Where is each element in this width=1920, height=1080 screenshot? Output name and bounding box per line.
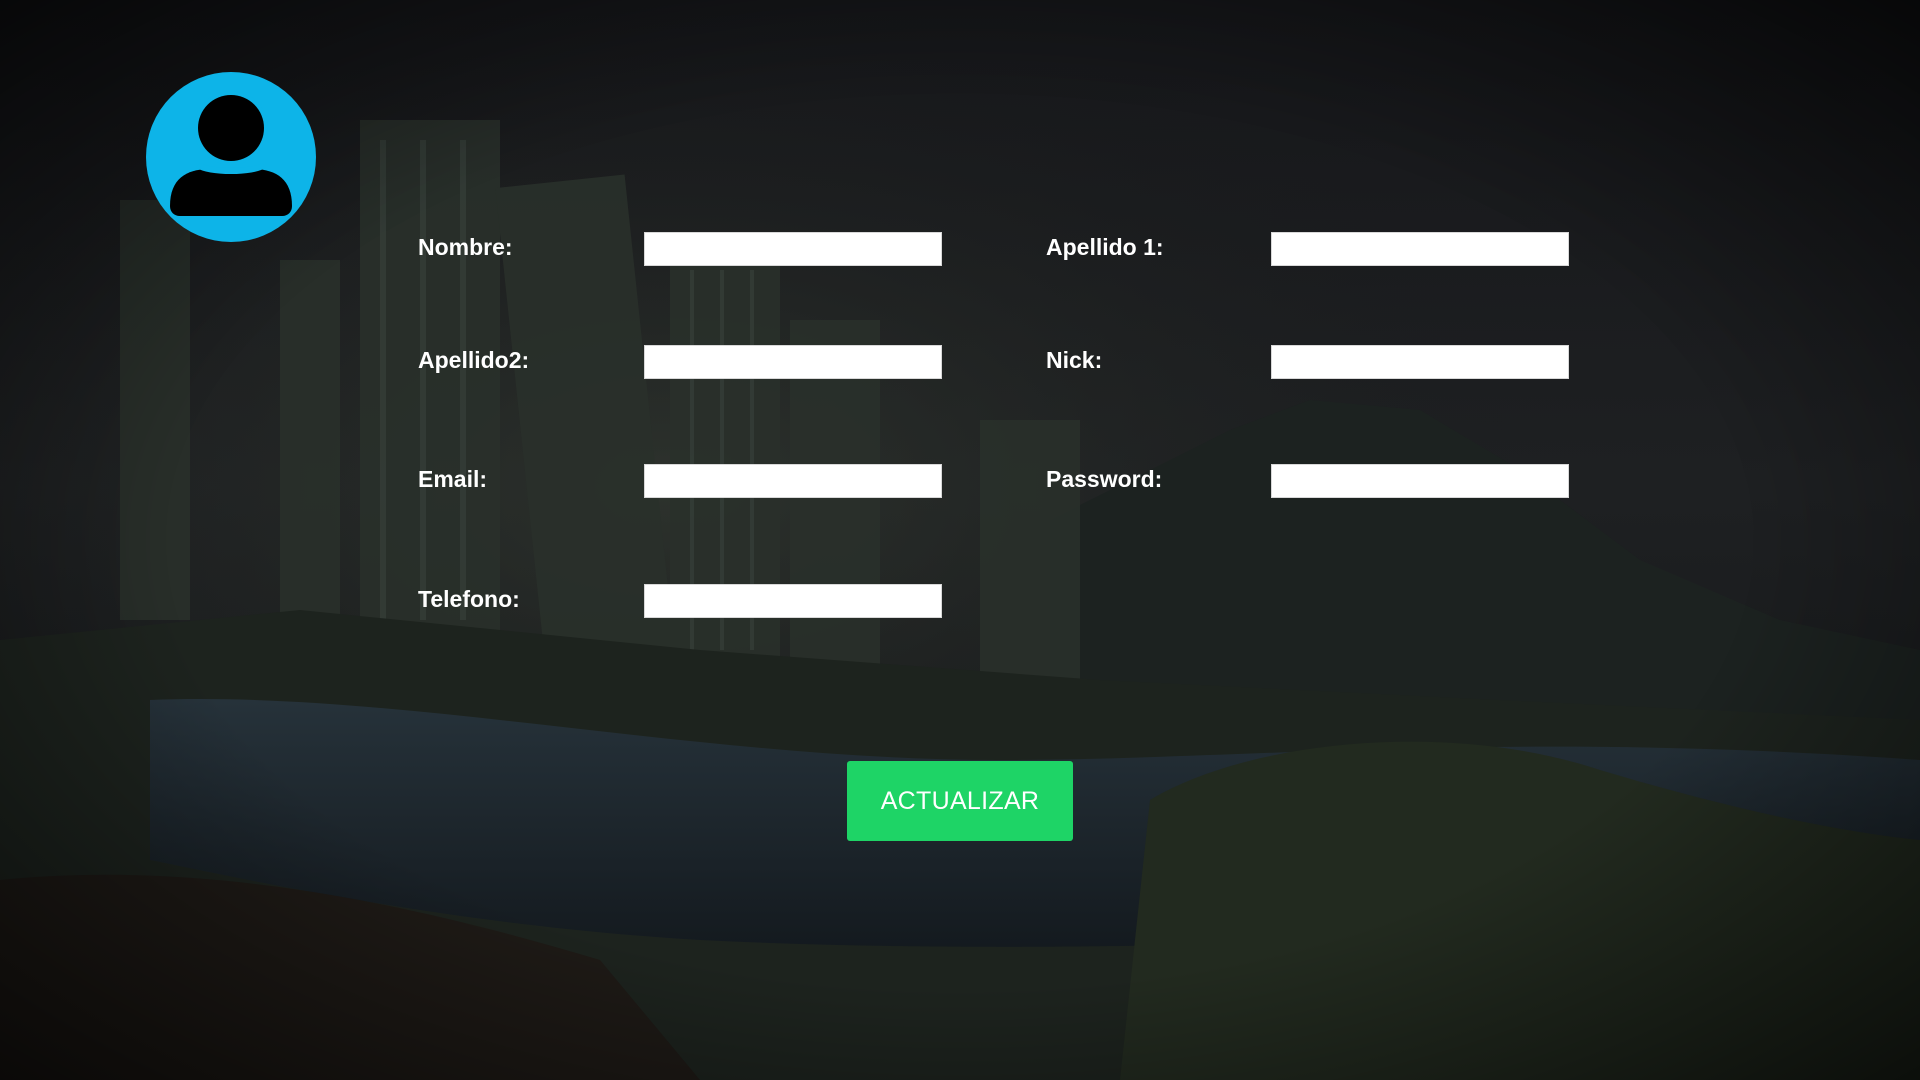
avatar[interactable] — [146, 72, 316, 242]
password-input[interactable] — [1271, 464, 1569, 498]
update-button[interactable]: ACTUALIZAR — [847, 761, 1073, 841]
apellido1-label: Apellido 1: — [1046, 234, 1164, 260]
apellido1-input[interactable] — [1271, 232, 1569, 266]
nick-input[interactable] — [1271, 345, 1569, 379]
email-label: Email: — [418, 466, 488, 492]
nombre-label: Nombre: — [418, 234, 513, 260]
nombre-input[interactable] — [644, 232, 942, 266]
nick-label: Nick: — [1046, 347, 1103, 373]
apellido2-label: Apellido2: — [418, 347, 530, 373]
password-label: Password: — [1046, 466, 1163, 492]
telefono-input[interactable] — [644, 584, 942, 618]
profile-page: Nombre: Apellido 1: Apellido2: Nick: Ema… — [0, 0, 1920, 1080]
user-icon — [170, 91, 292, 216]
email-input[interactable] — [644, 464, 942, 498]
apellido2-input[interactable] — [644, 345, 942, 379]
telefono-label: Telefono: — [418, 586, 520, 612]
